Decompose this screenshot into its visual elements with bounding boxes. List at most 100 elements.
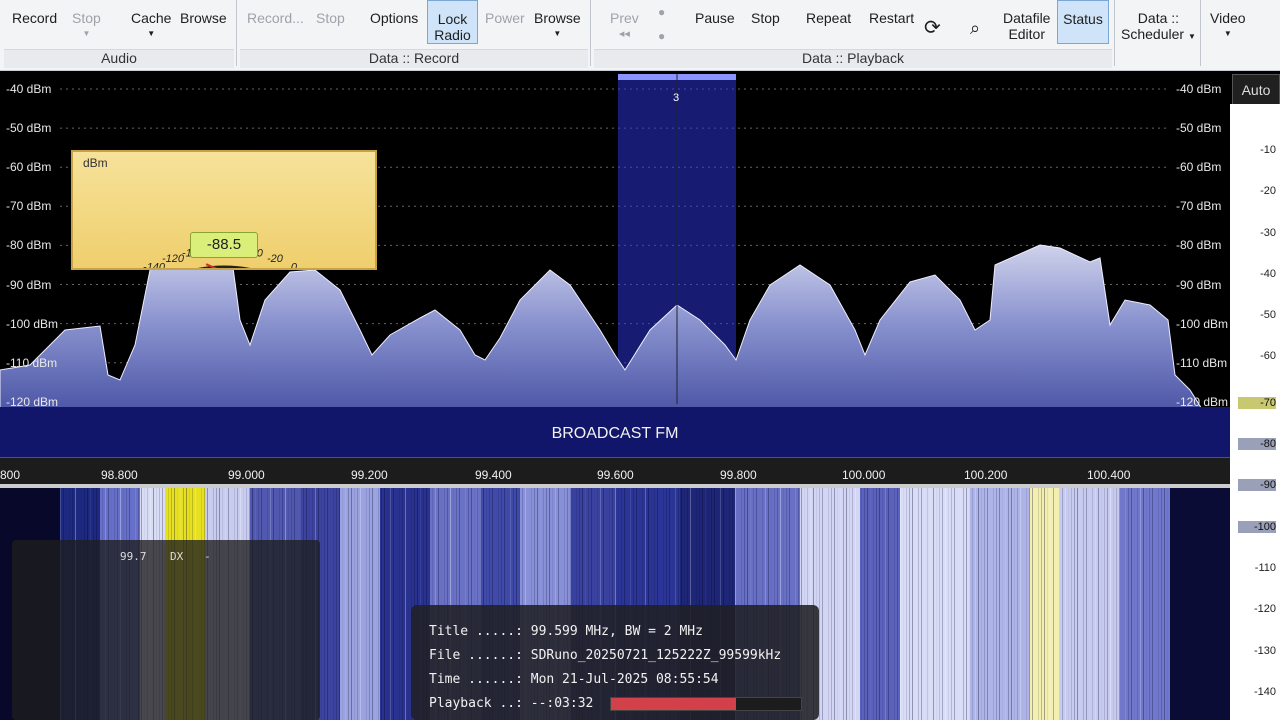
frequency-axis[interactable]: 800 98.800 99.000 99.200 99.400 99.600 99.800 1… — [0, 457, 1230, 485]
y-tick-label: -90 dBm — [6, 277, 52, 292]
waterfall-line — [1035, 488, 1036, 720]
video-button[interactable]: Video ▼ — [1210, 10, 1246, 38]
status-button[interactable]: Status — [1057, 0, 1109, 44]
playback-progress-bar[interactable] — [610, 697, 802, 711]
data-browse-button[interactable]: Browse ▼ — [534, 10, 581, 38]
meter-scale-label: 0 — [291, 261, 298, 268]
waterfall-line — [1167, 488, 1168, 720]
waterfall-line — [1044, 488, 1045, 720]
waterfall-band — [1170, 488, 1230, 720]
waterfall-line — [1092, 488, 1093, 720]
meter-tick — [231, 267, 235, 278]
waterfall-line — [402, 488, 403, 720]
datafile-editor-button[interactable]: Datafile Editor — [1003, 10, 1050, 42]
y-tick-label: -60 dBm — [6, 160, 52, 175]
refresh-icon[interactable]: ⟳ — [924, 18, 941, 38]
channel-marker: 3 — [673, 92, 679, 104]
waterfall-line — [870, 488, 871, 720]
waterfall-line — [1125, 488, 1126, 720]
waterfall-line — [1002, 488, 1003, 720]
waterfall-line — [1140, 488, 1141, 720]
group-divider — [1200, 0, 1201, 66]
waterfall-line — [837, 488, 838, 720]
audio-record-button[interactable]: Record — [12, 10, 57, 26]
waterfall-line — [354, 488, 355, 720]
x-tick-label: 800 — [0, 468, 21, 482]
waterfall-line — [852, 488, 853, 720]
waterfall-line — [1101, 488, 1102, 720]
level-scale-label: -20 — [1260, 185, 1276, 197]
info-playback: Playback ..: --:03:32 — [429, 696, 594, 711]
playback-progress-fill — [611, 698, 737, 710]
waterfall-line — [1161, 488, 1162, 720]
waterfall-line — [867, 488, 868, 720]
waterfall-line — [1008, 488, 1009, 720]
data-scheduler-button[interactable]: Data :: Scheduler ▼ — [1121, 10, 1196, 45]
waterfall-line — [846, 488, 847, 720]
waterfall-line — [1062, 488, 1063, 720]
data-record-group-label: Data :: Record — [240, 49, 588, 68]
level-scale-label: -100 — [1238, 521, 1276, 533]
waterfall-line — [327, 488, 328, 720]
waterfall-line — [381, 488, 382, 720]
waterfall-line — [840, 488, 841, 720]
power-button[interactable]: Power — [485, 10, 525, 26]
prev-button[interactable]: Prev ◂◂ — [610, 10, 639, 42]
options-button[interactable]: Options — [370, 10, 418, 26]
auto-scale-button[interactable]: Auto — [1232, 74, 1280, 106]
waterfall-line — [1158, 488, 1159, 720]
waterfall-line — [372, 488, 373, 720]
chevron-down-icon: ▼ — [147, 29, 156, 38]
restart-button[interactable]: Restart — [869, 10, 914, 26]
lock-radio-button[interactable]: Lock Radio — [427, 0, 478, 44]
y-tick-label: -50 dBm — [6, 121, 52, 136]
waterfall-line — [999, 488, 1000, 720]
waterfall-line — [912, 488, 913, 720]
data-record-stop-button[interactable]: Stop — [316, 10, 345, 26]
waterfall-line — [828, 488, 829, 720]
waterfall-line — [915, 488, 916, 720]
waterfall-line — [1113, 488, 1114, 720]
rewind-icon: ◂◂ — [618, 28, 630, 40]
waterfall-line — [1086, 488, 1087, 720]
spectrum-display[interactable]: 3 -40 dBm -50 dBm -60 dBm -70 dBm -80 dBm -90… — [0, 72, 1230, 460]
waterfall-line — [843, 488, 844, 720]
meter-readout: -88.5 — [190, 232, 258, 258]
level-scale-label: -10 — [1260, 144, 1276, 156]
repeat-button[interactable]: Repeat — [806, 10, 851, 26]
level-scale-label: -70 — [1238, 397, 1276, 409]
y-tick-label: -80 dBm — [6, 238, 52, 253]
y-tick-label: -50 dBm — [1176, 121, 1222, 136]
waterfall-line — [900, 488, 901, 720]
y-tick-label: -40 dBm — [1176, 82, 1222, 96]
level-scale-label: -90 — [1238, 479, 1276, 491]
y-tick-label: -60 dBm — [1176, 160, 1222, 175]
y-tick-label: -40 dBm — [6, 82, 52, 96]
x-tick-label: 100.400 — [1087, 468, 1131, 482]
waterfall-line — [1032, 488, 1033, 720]
waterfall-line — [834, 488, 835, 720]
pause-button[interactable]: Pause — [695, 10, 735, 26]
data-record-button[interactable]: Record... — [247, 10, 304, 26]
waterfall-line — [399, 488, 400, 720]
x-tick-label: 98.800 — [101, 468, 138, 482]
waterfall-line — [996, 488, 997, 720]
waterfall-line — [384, 488, 385, 720]
cache-button[interactable]: Cache ▼ — [131, 10, 171, 38]
audio-browse-button[interactable]: Browse — [180, 10, 227, 26]
waterfall-line — [345, 488, 346, 720]
overlay-dash: - — [204, 550, 211, 563]
playback-stop-button[interactable]: Stop — [751, 10, 780, 26]
audio-stop-button[interactable]: Stop ▼ — [72, 10, 101, 38]
waterfall-line — [366, 488, 367, 720]
level-scale-label: -80 — [1238, 438, 1276, 450]
waterfall-line — [357, 488, 358, 720]
waterfall-line — [879, 488, 880, 720]
waterfall-line — [918, 488, 919, 720]
waterfall-line — [975, 488, 976, 720]
search-icon[interactable]: ⌕ — [970, 19, 980, 37]
waterfall-line — [387, 488, 388, 720]
waterfall-level-scale[interactable]: -10 -20 -30 -40 -50 -60 -70 -80 -90 -100 -110 -120 -… — [1230, 104, 1280, 720]
waterfall-line — [1077, 488, 1078, 720]
waterfall-line — [1071, 488, 1072, 720]
